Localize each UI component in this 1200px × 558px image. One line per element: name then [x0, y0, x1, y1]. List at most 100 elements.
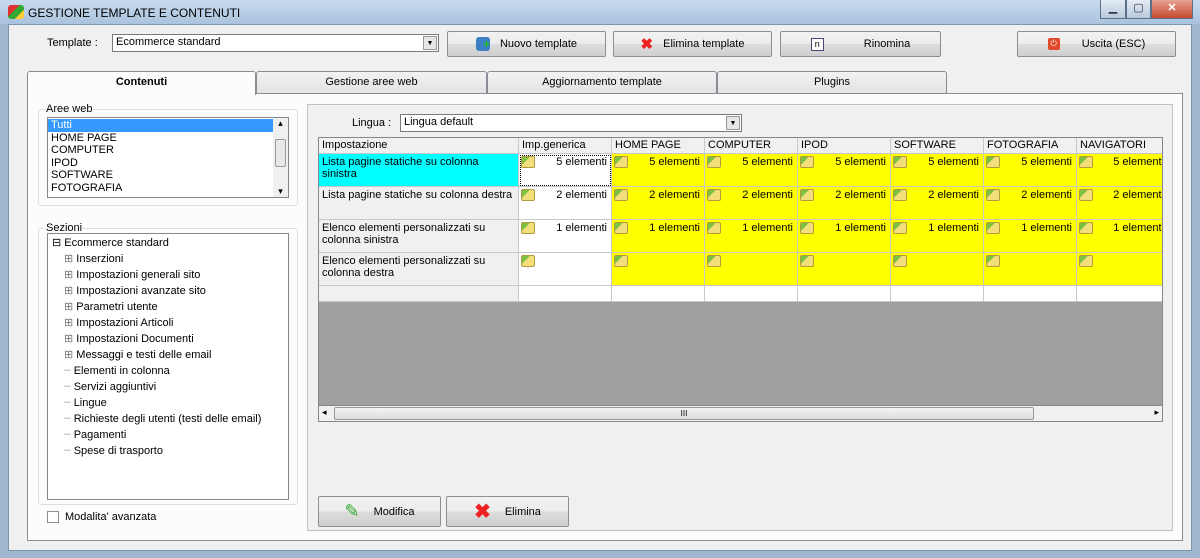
- grid-horizontal-scrollbar[interactable]: ◂ III ▸: [318, 405, 1163, 422]
- column-header[interactable]: HOME PAGE: [612, 138, 705, 154]
- grid-cell[interactable]: 1 elementi: [1077, 220, 1162, 253]
- empty-cell[interactable]: [519, 286, 612, 302]
- folder-icon[interactable]: [893, 222, 907, 234]
- folder-icon[interactable]: [614, 156, 628, 168]
- folder-icon[interactable]: [986, 255, 1000, 267]
- expand-icon[interactable]: ⊞: [64, 301, 76, 313]
- grid-cell[interactable]: 1 elementi: [519, 220, 612, 253]
- tree-item[interactable]: ┈ Elementi in colonna: [52, 363, 284, 379]
- column-header[interactable]: FOTOGRAFIA: [984, 138, 1077, 154]
- row-label[interactable]: Lista pagine statiche su colonna sinistr…: [319, 154, 519, 187]
- area-item[interactable]: HOME PAGE: [48, 132, 273, 145]
- empty-row-label[interactable]: [319, 286, 519, 302]
- tree-item[interactable]: ⊞ Inserzioni: [52, 251, 284, 267]
- folder-icon[interactable]: [893, 189, 907, 201]
- empty-cell[interactable]: [612, 286, 705, 302]
- new-template-button[interactable]: + Nuovo template: [447, 31, 606, 57]
- tree-item[interactable]: ⊞ Parametri utente: [52, 299, 284, 315]
- grid-cell[interactable]: [612, 253, 705, 286]
- checkbox-box[interactable]: [47, 511, 59, 523]
- aree-web-list[interactable]: Tutti HOME PAGE COMPUTER IPOD SOFTWARE FOTOGR…: [47, 117, 289, 198]
- tab-contenuti[interactable]: Contenuti: [27, 71, 256, 95]
- grid-cell[interactable]: 5 elementi: [705, 154, 798, 187]
- column-header[interactable]: Imp.generica: [519, 138, 612, 154]
- expand-icon[interactable]: ⊞: [64, 269, 76, 281]
- rename-button[interactable]: n Rinomina: [780, 31, 941, 57]
- empty-cell[interactable]: [798, 286, 891, 302]
- aree-web-scrollbar[interactable]: ▴ ▾: [273, 118, 288, 197]
- grid-cell[interactable]: [519, 253, 612, 286]
- scroll-up-icon[interactable]: ▴: [273, 118, 288, 133]
- tree-root[interactable]: ⊟ Ecommerce standard: [52, 235, 284, 251]
- close-button[interactable]: ✕: [1151, 0, 1193, 19]
- grid-cell[interactable]: 2 elementi: [705, 187, 798, 220]
- column-header[interactable]: COMPUTER: [705, 138, 798, 154]
- grid-cell[interactable]: 1 elementi: [705, 220, 798, 253]
- row-label[interactable]: Lista pagine statiche su colonna destra: [319, 187, 519, 220]
- folder-icon[interactable]: [1079, 255, 1093, 267]
- scroll-down-icon[interactable]: ▾: [273, 186, 288, 197]
- folder-icon[interactable]: [521, 222, 535, 234]
- grid-cell[interactable]: 5 elementi: [798, 154, 891, 187]
- expand-icon[interactable]: ⊞: [64, 349, 76, 361]
- expand-icon[interactable]: ⊞: [64, 317, 76, 329]
- folder-icon[interactable]: [986, 189, 1000, 201]
- expand-icon[interactable]: ⊞: [64, 333, 76, 345]
- empty-cell[interactable]: [1077, 286, 1162, 302]
- folder-icon[interactable]: [614, 255, 628, 267]
- row-label[interactable]: Elenco elementi personalizzati su colonn…: [319, 253, 519, 286]
- template-select[interactable]: Ecommerce standard ▼: [112, 34, 439, 52]
- folder-icon[interactable]: [521, 189, 535, 201]
- folder-icon[interactable]: [707, 189, 721, 201]
- tree-item[interactable]: ┈ Richieste degli utenti (testi delle em…: [52, 411, 284, 427]
- settings-grid[interactable]: Impostazione Imp.generica HOME PAGE COMPUTE…: [318, 137, 1163, 422]
- column-header[interactable]: IPOD: [798, 138, 891, 154]
- minimize-button[interactable]: ▁: [1100, 0, 1126, 19]
- grid-cell[interactable]: 2 elementi: [612, 187, 705, 220]
- scroll-right-icon[interactable]: ▸: [1154, 407, 1159, 418]
- grid-cell[interactable]: 1 elementi: [984, 220, 1077, 253]
- tree-item[interactable]: ⊞ Messaggi e testi delle email: [52, 347, 284, 363]
- area-item[interactable]: IPOD: [48, 157, 273, 170]
- folder-icon[interactable]: [800, 189, 814, 201]
- area-item[interactable]: FOTOGRAFIA: [48, 182, 273, 195]
- folder-icon[interactable]: [707, 156, 721, 168]
- folder-icon[interactable]: [707, 222, 721, 234]
- area-item[interactable]: SOFTWARE: [48, 169, 273, 182]
- folder-icon[interactable]: [707, 255, 721, 267]
- grid-cell[interactable]: 1 elementi: [891, 220, 984, 253]
- folder-icon[interactable]: [614, 189, 628, 201]
- column-header[interactable]: SOFTWARE: [891, 138, 984, 154]
- scroll-thumb[interactable]: [275, 139, 286, 167]
- grid-cell[interactable]: 2 elementi: [798, 187, 891, 220]
- column-header[interactable]: NAVIGATORI: [1077, 138, 1162, 154]
- column-header[interactable]: Impostazione: [319, 138, 519, 154]
- tree-item[interactable]: ┈ Lingue: [52, 395, 284, 411]
- tab-gestione-aree-web[interactable]: Gestione aree web: [256, 71, 487, 93]
- grid-cell[interactable]: 2 elementi: [519, 187, 612, 220]
- grid-cell[interactable]: 2 elementi: [891, 187, 984, 220]
- sezioni-tree[interactable]: ⊟ Ecommerce standard ⊞ Inserzioni ⊞ Impos…: [47, 233, 289, 500]
- tree-item[interactable]: ⊞ Impostazioni generali sito: [52, 267, 284, 283]
- scroll-thumb[interactable]: III: [334, 407, 1034, 420]
- tab-plugins[interactable]: Plugins: [717, 71, 947, 93]
- tree-item[interactable]: ⊞ Impostazioni avanzate sito: [52, 283, 284, 299]
- tree-item[interactable]: ⊞ Impostazioni Documenti: [52, 331, 284, 347]
- grid-cell[interactable]: 1 elementi: [798, 220, 891, 253]
- folder-icon[interactable]: [893, 156, 907, 168]
- empty-cell[interactable]: [891, 286, 984, 302]
- folder-icon[interactable]: [521, 156, 535, 168]
- modify-button[interactable]: ✎ Modifica: [318, 496, 441, 527]
- grid-cell[interactable]: 2 elementi: [984, 187, 1077, 220]
- grid-cell[interactable]: 5 elementi: [891, 154, 984, 187]
- scroll-left-icon[interactable]: ◂: [322, 407, 327, 418]
- expand-icon[interactable]: ⊞: [64, 285, 76, 297]
- folder-icon[interactable]: [800, 255, 814, 267]
- folder-icon[interactable]: [1079, 222, 1093, 234]
- lingua-select[interactable]: Lingua default ▼: [400, 114, 742, 132]
- empty-cell[interactable]: [984, 286, 1077, 302]
- advanced-mode-checkbox[interactable]: Modalita' avanzata: [47, 511, 156, 523]
- folder-icon[interactable]: [893, 255, 907, 267]
- grid-cell[interactable]: 5 elementi: [984, 154, 1077, 187]
- tree-item[interactable]: ┈ Pagamenti: [52, 427, 284, 443]
